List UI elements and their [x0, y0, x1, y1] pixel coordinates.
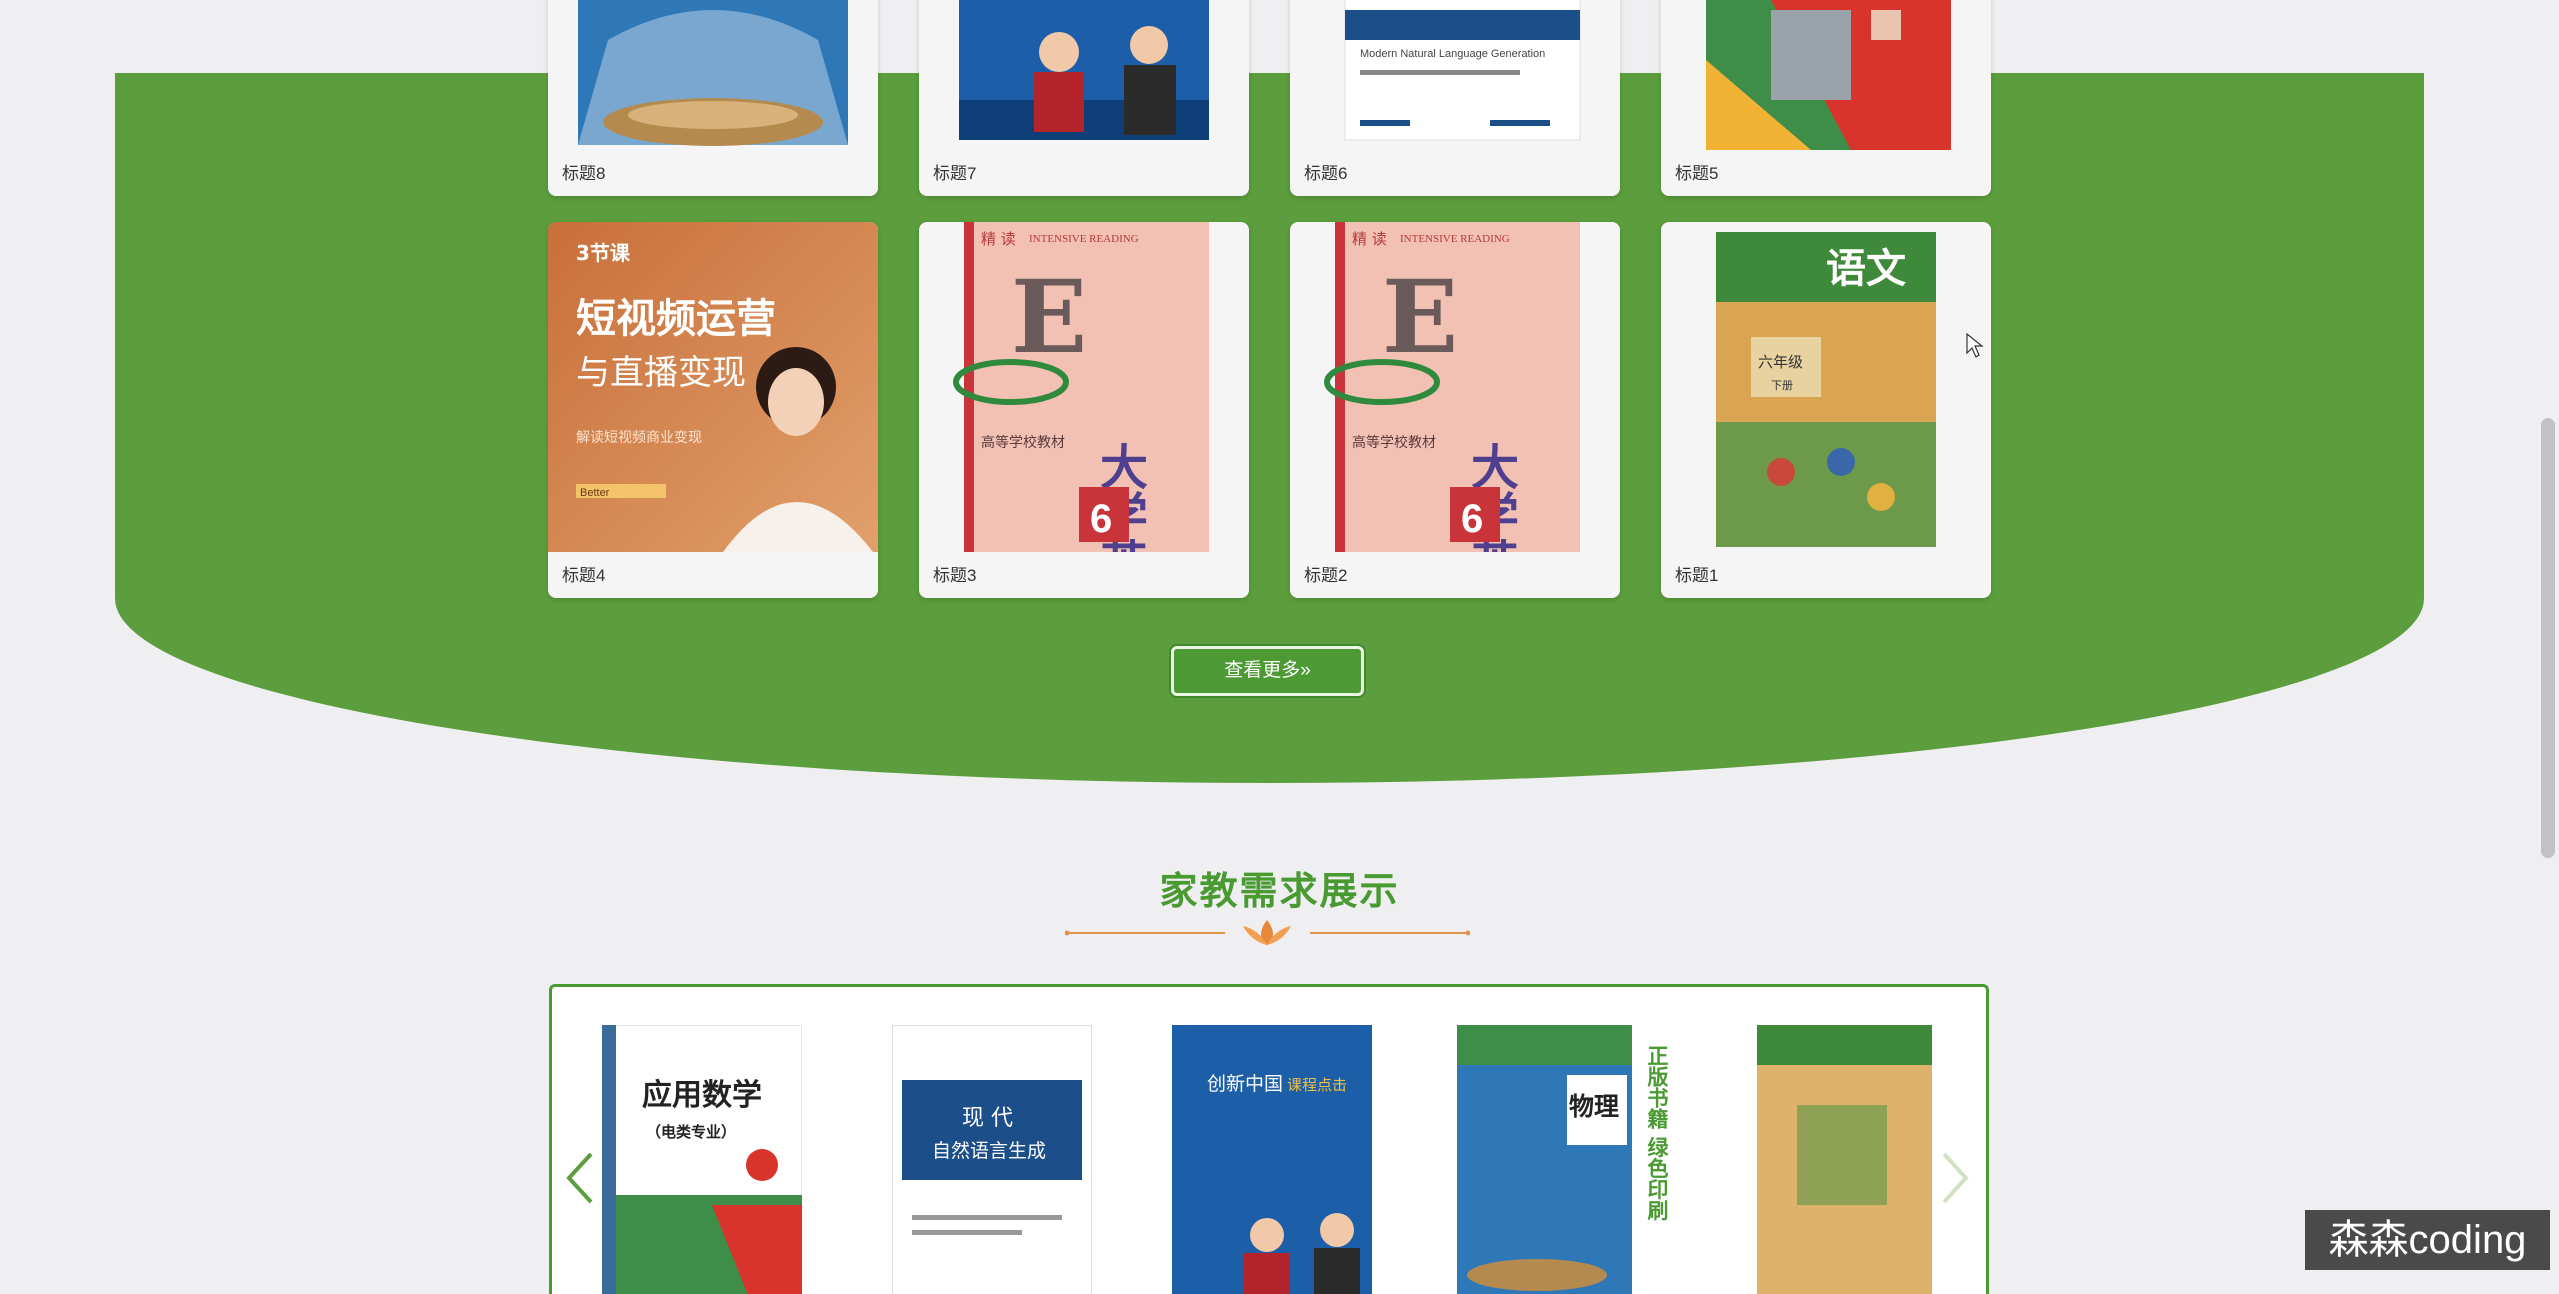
book-cover: 精 读 INTENSIVE READING 大学英语 E 高等学校教材 6: [919, 222, 1249, 552]
book-label: 标题1: [1675, 566, 1719, 585]
svg-text:E: E: [1011, 258, 1087, 376]
page-scrollbar[interactable]: [2541, 418, 2555, 858]
view-more-button[interactable]: 查看更多»: [1171, 646, 1364, 696]
carousel-book-subtitle: 自然语言生成: [932, 1140, 1046, 1162]
cover-brand: 3节课: [576, 241, 631, 265]
carousel-book-title: 物理: [1569, 1092, 1619, 1121]
book-label: 标题5: [1675, 164, 1719, 183]
cover-number: 6: [1461, 497, 1483, 541]
book-cover: 3节课 短视频运营 与直播变现 解读短视频商业变现 Better: [548, 222, 878, 552]
book-label: 标题4: [562, 566, 606, 585]
cover-subtitle: 高等学校教材: [981, 434, 1065, 451]
cover-badge: Better: [580, 487, 610, 499]
cover-series: INTENSIVE READING: [1029, 233, 1139, 245]
carousel-book[interactable]: [1757, 1025, 1957, 1294]
book-card[interactable]: 标题7: [919, 0, 1249, 196]
book-card[interactable]: 精 读 INTENSIVE READING 大学英语 E 高等学校教材 6 标题…: [1290, 222, 1620, 598]
carousel-book-title: 应用数学: [642, 1078, 762, 1113]
carousel-book[interactable]: 应用数学 （电类专业）: [601, 1024, 803, 1294]
carousel-book-subtitle: （电类专业）: [646, 1123, 736, 1141]
cover-volume: 下册: [1771, 379, 1793, 392]
chevron-left-icon[interactable]: [565, 1152, 595, 1215]
carousel-book[interactable]: 创新中国 课程点击: [1172, 1025, 1372, 1294]
cover-subtitle: Modern Natural Language Generation: [1360, 48, 1545, 60]
carousel-book[interactable]: 现 代 自然语言生成: [891, 1024, 1093, 1294]
book-label: 标题3: [933, 566, 977, 585]
carousel-book-title: 现 代: [962, 1106, 1013, 1131]
lotus-divider: [1065, 920, 1470, 945]
tutoring-carousel: 应用数学 （电类专业） 现 代 自然语言生成 创新中国 课程点击 物理 正版书籍…: [549, 984, 1989, 1294]
book-card[interactable]: 语文 六年级 下册 标题1: [1661, 222, 1991, 598]
book-cover: 语文 六年级 下册: [1661, 222, 1991, 552]
cover-jingdu: 精 读: [1352, 230, 1387, 248]
book-card[interactable]: 精 读 INTENSIVE READING 大学英语 E 高等学校教材 6 标题…: [919, 222, 1249, 598]
chevron-right-icon[interactable]: [1940, 1152, 1970, 1215]
section-title: 家教需求展示: [1159, 871, 1400, 913]
book-label: 标题8: [562, 164, 606, 183]
book-card[interactable]: 标题5: [1661, 0, 1991, 196]
carousel-book-side-text: 正版书籍 绿色印刷: [1645, 1045, 1669, 1222]
book-label: 标题2: [1304, 566, 1348, 585]
book-card[interactable]: 3节课 短视频运营 与直播变现 解读短视频商业变现 Better 标题4: [548, 222, 878, 598]
mouse-cursor-icon: [1966, 332, 1986, 364]
book-cover: 精 读 INTENSIVE READING 大学英语 E 高等学校教材 6: [1290, 222, 1620, 552]
book-label: 标题6: [1304, 164, 1348, 183]
cover-title-line-2: 与直播变现: [576, 353, 746, 393]
cover-jingdu: 精 读: [981, 230, 1016, 248]
cover-subtitle: 高等学校教材: [1352, 434, 1436, 451]
carousel-book-title: 创新中国: [1207, 1073, 1283, 1095]
cover-series: INTENSIVE READING: [1400, 233, 1510, 245]
book-card[interactable]: Modern Natural Language Generation 标题6: [1290, 0, 1620, 196]
book-label: 标题7: [933, 164, 977, 183]
cover-title: 语文: [1826, 245, 1906, 292]
book-card[interactable]: 标题8: [548, 0, 878, 196]
cover-number: 6: [1090, 497, 1112, 541]
carousel-book[interactable]: 物理 正版书籍 绿色印刷: [1457, 1025, 1669, 1294]
cover-grade: 六年级: [1758, 353, 1803, 371]
cover-title-line-1: 短视频运营: [576, 296, 776, 342]
cover-tagline: 解读短视频商业变现: [576, 429, 702, 446]
carousel-book-subtitle: 课程点击: [1287, 1076, 1347, 1094]
watermark: 森森coding: [2305, 1210, 2550, 1270]
svg-text:E: E: [1382, 258, 1458, 376]
